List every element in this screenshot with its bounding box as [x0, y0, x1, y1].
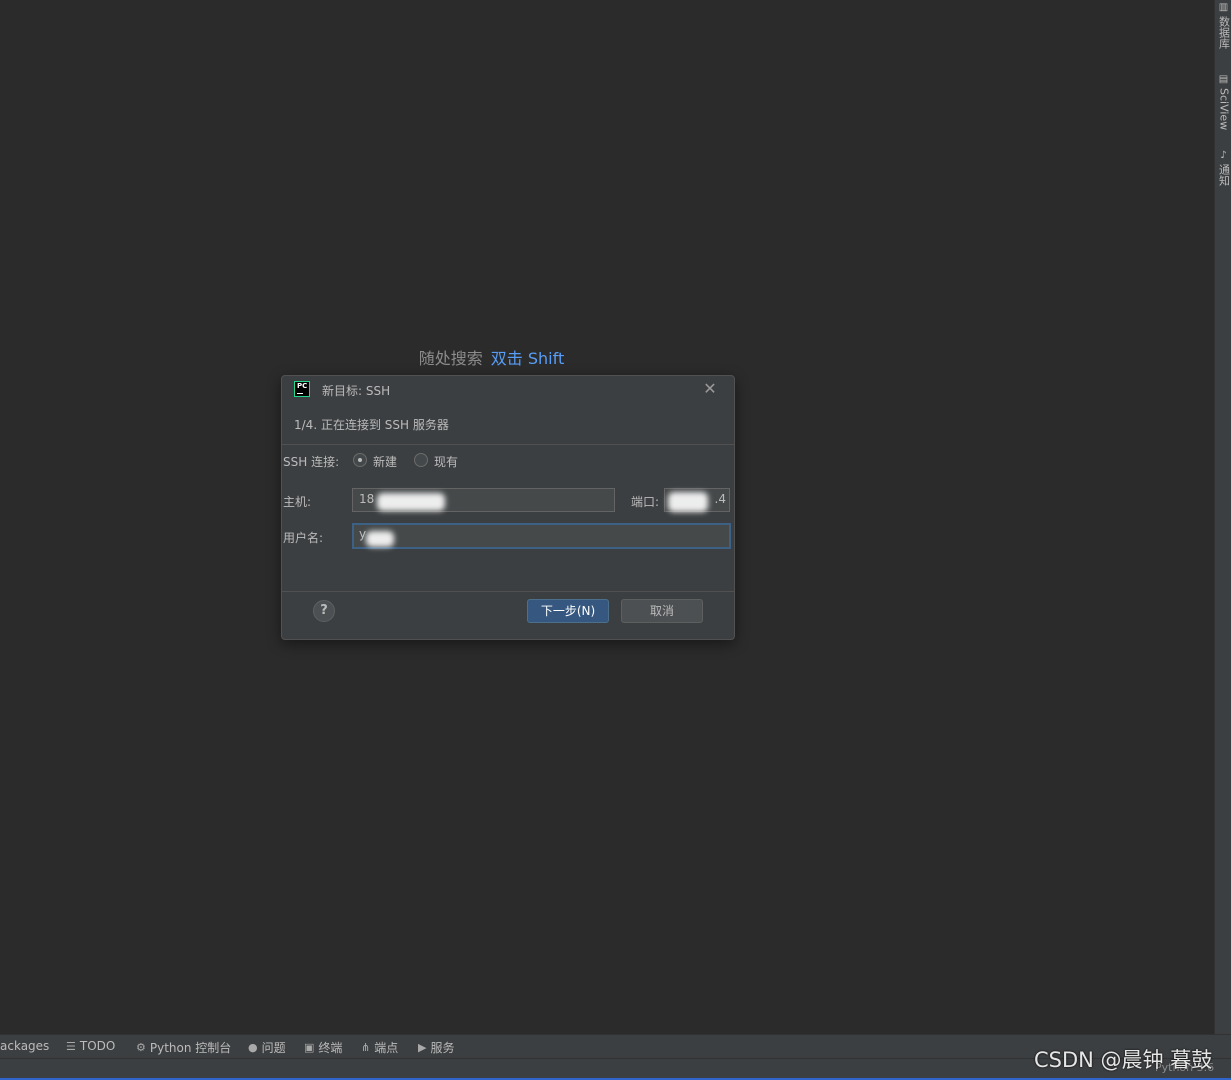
- radio-new-label[interactable]: 新建: [373, 453, 397, 470]
- help-button[interactable]: ?: [313, 600, 335, 622]
- new-target-ssh-dialog: PC 新目标: SSH ✕ 1/4. 正在连接到 SSH 服务器 SSH 连接:…: [281, 375, 735, 640]
- search-hint-text: 随处搜索: [418, 349, 483, 368]
- tool-todo[interactable]: ☰ TODO: [66, 1039, 115, 1053]
- tool-services-label: 服务: [430, 1041, 455, 1055]
- port-label: 端口:: [631, 495, 660, 509]
- tool-problems[interactable]: ● 问题: [248, 1039, 286, 1056]
- divider: [282, 591, 734, 592]
- tool-python-console-label: Python 控制台: [149, 1041, 232, 1055]
- dialog-title: 新目标: SSH: [322, 384, 391, 398]
- step-indicator: 1/4. 正在连接到 SSH 服务器: [294, 418, 449, 432]
- tool-notifications[interactable]: ♪ 通知: [1215, 150, 1231, 186]
- tool-database[interactable]: ▥ 数据库: [1215, 2, 1231, 49]
- tool-terminal-label: 终端: [318, 1041, 343, 1055]
- python-icon: ⚙: [136, 1041, 146, 1054]
- redaction-blur: [668, 492, 708, 512]
- tool-sciview[interactable]: ▤ SciView: [1215, 74, 1231, 130]
- database-icon: ▥: [1218, 2, 1229, 13]
- tool-packages-label: ackages: [0, 1039, 50, 1053]
- tool-notifications-label: 通知: [1217, 164, 1231, 186]
- tool-database-label: 数据库: [1217, 16, 1231, 49]
- tool-services[interactable]: ▶ 服务: [418, 1039, 454, 1056]
- radio-existing-label[interactable]: 现有: [434, 453, 458, 470]
- endpoints-icon: ⋔: [361, 1041, 371, 1054]
- radio-new[interactable]: [353, 453, 367, 467]
- username-label: 用户名:: [283, 531, 324, 545]
- next-button[interactable]: 下一步(N): [527, 599, 609, 623]
- dialog-title-bar[interactable]: PC 新目标: SSH ✕: [282, 376, 734, 404]
- host-label: 主机:: [283, 495, 312, 509]
- list-icon: ☰: [66, 1039, 76, 1053]
- divider: [282, 444, 734, 445]
- tool-packages[interactable]: ackages: [0, 1039, 49, 1053]
- services-icon: ▶: [418, 1041, 427, 1054]
- info-icon: ●: [248, 1041, 258, 1054]
- watermark: CSDN @晨钟 暮鼓: [1034, 1048, 1213, 1072]
- cancel-button[interactable]: 取消: [621, 599, 703, 623]
- tool-terminal[interactable]: ▣ 终端: [304, 1039, 342, 1056]
- username-input[interactable]: y: [352, 523, 731, 549]
- tool-problems-label: 问题: [261, 1041, 286, 1055]
- right-tool-strip: ▥ 数据库 ▤ SciView ♪ 通知: [1214, 0, 1231, 1034]
- ssh-connection-label: SSH 连接:: [283, 455, 340, 469]
- sciview-icon: ▤: [1218, 74, 1229, 85]
- close-icon[interactable]: ✕: [700, 379, 720, 399]
- tool-sciview-label: SciView: [1217, 88, 1231, 131]
- tool-todo-label: TODO: [79, 1039, 116, 1053]
- tool-python-console[interactable]: ⚙ Python 控制台: [136, 1039, 231, 1056]
- search-everywhere-hint: 随处搜索 双击 Shift: [0, 345, 983, 369]
- tool-endpoints-label: 端点: [374, 1041, 399, 1055]
- redaction-blur: [366, 531, 394, 547]
- radio-existing[interactable]: [414, 453, 428, 467]
- bell-icon: ♪: [1220, 150, 1227, 161]
- pycharm-logo-icon: PC: [294, 381, 310, 397]
- redaction-blur: [377, 493, 445, 511]
- search-shortcut-text: 双击 Shift: [490, 349, 565, 368]
- terminal-icon: ▣: [304, 1041, 315, 1054]
- tool-endpoints[interactable]: ⋔ 端点: [361, 1039, 398, 1056]
